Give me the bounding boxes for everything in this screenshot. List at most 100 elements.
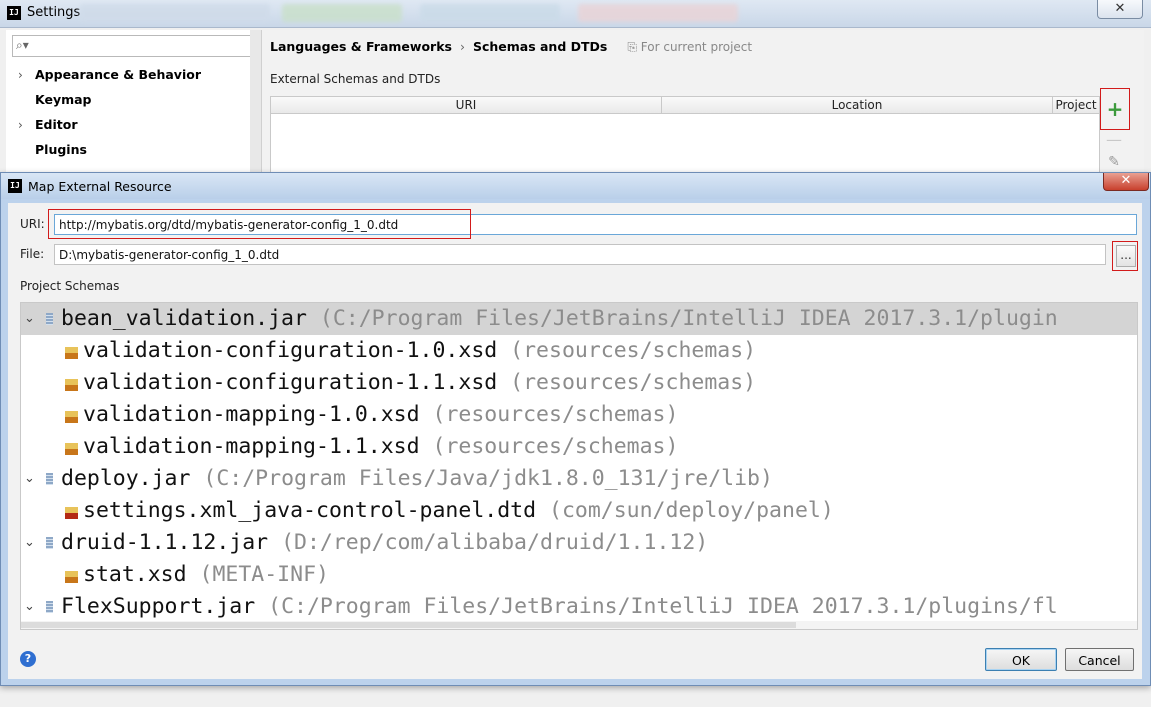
tree-node-schema[interactable]: stat.xsd (META-INF)	[21, 559, 1137, 591]
chevron-right-icon[interactable]: ›	[18, 114, 23, 136]
tree-node-name: validation-configuration-1.0.xsd	[83, 338, 498, 363]
browse-button-label: ...	[1116, 245, 1136, 267]
plus-icon: +	[1106, 97, 1124, 121]
tree-node-path: (resources/schemas)	[510, 338, 757, 363]
dtd-file-icon	[65, 507, 78, 519]
tree-node-schema[interactable]: validation-configuration-1.1.xsd (resour…	[21, 367, 1137, 399]
add-schema-button[interactable]: +	[1100, 88, 1130, 130]
sidebar-item-label: Keymap	[35, 92, 92, 107]
tree-node-text: validation-mapping-1.1.xsd (resources/sc…	[83, 431, 678, 463]
blurred-taskbar-tab	[282, 4, 402, 22]
pencil-icon: ✎	[1108, 154, 1120, 170]
project-scope-icon: ⎘	[627, 40, 641, 54]
external-schemas-label: External Schemas and DTDs	[270, 72, 441, 86]
settings-title-bar: IJ Settings ✕	[0, 0, 1151, 28]
settings-search-input[interactable]: ⌕▾	[12, 35, 252, 57]
tree-node-text: deploy.jar (C:/Program Files/Java/jdk1.8…	[61, 463, 773, 495]
jar-icon	[46, 537, 53, 549]
breadcrumb: Languages & Frameworks › Schemas and DTDs ⎘…	[270, 39, 752, 55]
scope-indicator: ⎘ For current project	[627, 40, 752, 54]
project-schemas-label: Project Schemas	[20, 279, 120, 293]
ok-button[interactable]: OK	[985, 648, 1057, 671]
tree-node-path: (resources/schemas)	[510, 370, 757, 395]
chevron-down-icon[interactable]: ⌄	[24, 591, 35, 623]
tree-node-jar[interactable]: ⌄ FlexSupport.jar (C:/Program Files/JetBr…	[21, 591, 1137, 623]
dialog-title-bar: IJ Map External Resource ✕	[1, 173, 1150, 199]
tree-node-jar[interactable]: ⌄ druid-1.1.12.jar (D:/rep/com/alibaba/dr…	[21, 527, 1137, 559]
sidebar-item-keymap[interactable]: Keymap	[6, 89, 246, 111]
sidebar-item-appearance-behavior[interactable]: › Appearance & Behavior	[6, 64, 246, 86]
tree-node-text: validation-configuration-1.0.xsd (resour…	[83, 335, 756, 367]
help-button[interactable]: ?	[20, 651, 36, 667]
column-header-uri[interactable]: URI	[271, 97, 662, 113]
uri-input[interactable]: http://mybatis.org/dtd/mybatis-generator…	[54, 214, 1137, 235]
tree-node-text: bean_validation.jar (C:/Program Files/Je…	[61, 303, 1058, 335]
sidebar-item-label: Editor	[35, 117, 78, 132]
edit-schema-button[interactable]: ✎	[1100, 150, 1128, 174]
file-label: File:	[20, 247, 45, 261]
table-header: URI Location Project	[271, 97, 1099, 114]
map-external-resource-dialog: IJ Map External Resource ✕ URI: http://m…	[0, 172, 1151, 686]
xsd-file-icon	[65, 379, 78, 391]
tree-node-path: (C:/Program Files/JetBrains/IntelliJ IDE…	[319, 306, 1058, 331]
tree-node-name: deploy.jar	[61, 466, 191, 491]
breadcrumb-separator: ›	[459, 39, 465, 54]
chevron-right-icon[interactable]: ›	[18, 64, 23, 86]
search-icon: ⌕▾	[16, 38, 29, 52]
intellij-logo-icon: IJ	[8, 179, 22, 193]
tree-node-name: stat.xsd	[83, 562, 187, 587]
jar-icon	[46, 473, 53, 485]
remove-schema-button[interactable]: —	[1100, 128, 1128, 152]
breadcrumb-section[interactable]: Languages & Frameworks	[270, 39, 452, 54]
tree-node-name: validation-mapping-1.0.xsd	[83, 402, 420, 427]
xsd-file-icon	[65, 443, 78, 455]
settings-close-button[interactable]: ✕	[1097, 0, 1143, 19]
tree-node-text: validation-configuration-1.1.xsd (resour…	[83, 367, 756, 399]
settings-sidebar: ⌕▾ › Appearance & Behavior Keymap › Edit…	[6, 30, 262, 180]
tree-node-name: druid-1.1.12.jar	[61, 530, 269, 555]
tree-node-text: druid-1.1.12.jar (D:/rep/com/alibaba/dru…	[61, 527, 708, 559]
blurred-taskbar-tab	[80, 4, 270, 22]
tree-node-path: (resources/schemas)	[432, 434, 679, 459]
jar-icon	[46, 313, 53, 325]
sidebar-item-label: Appearance & Behavior	[35, 67, 201, 82]
column-header-project[interactable]: Project	[1053, 97, 1099, 113]
xsd-file-icon	[65, 347, 78, 359]
jar-icon	[46, 601, 53, 613]
tree-node-jar[interactable]: ⌄ deploy.jar (C:/Program Files/Java/jdk1.…	[21, 463, 1137, 495]
tree-node-text: FlexSupport.jar (C:/Program Files/JetBra…	[61, 591, 1058, 623]
sidebar-scrollbar[interactable]	[250, 30, 261, 180]
tree-node-schema[interactable]: validation-configuration-1.0.xsd (resour…	[21, 335, 1137, 367]
cancel-button[interactable]: Cancel	[1065, 648, 1134, 671]
tree-node-name: bean_validation.jar	[61, 306, 307, 331]
blurred-taskbar-tab	[578, 4, 738, 22]
column-header-location[interactable]: Location	[662, 97, 1053, 113]
chevron-down-icon[interactable]: ⌄	[24, 527, 35, 559]
chevron-down-icon[interactable]: ⌄	[24, 303, 35, 335]
tree-node-path: (D:/rep/com/alibaba/druid/1.1.12)	[281, 530, 709, 555]
tree-node-schema[interactable]: settings.xml_java-control-panel.dtd (com…	[21, 495, 1137, 527]
horizontal-scrollbar[interactable]	[21, 621, 1137, 629]
tree-node-text: validation-mapping-1.0.xsd (resources/sc…	[83, 399, 678, 431]
dialog-body: URI: http://mybatis.org/dtd/mybatis-gene…	[8, 203, 1142, 679]
tree-node-path: (resources/schemas)	[432, 402, 679, 427]
xsd-file-icon	[65, 571, 78, 583]
browse-button[interactable]: ...	[1112, 241, 1138, 271]
tree-node-schema[interactable]: validation-mapping-1.1.xsd (resources/sc…	[21, 431, 1137, 463]
sidebar-item-plugins[interactable]: Plugins	[6, 139, 246, 161]
scrollbar-thumb[interactable]	[21, 622, 796, 628]
minus-icon: —	[1106, 130, 1122, 149]
sidebar-item-editor[interactable]: › Editor	[6, 114, 246, 136]
tree-node-path: (com/sun/deploy/panel)	[549, 498, 834, 523]
file-input[interactable]: D:\mybatis-generator-config_1_0.dtd	[54, 244, 1106, 265]
tree-node-name: settings.xml_java-control-panel.dtd	[83, 498, 537, 523]
chevron-down-icon[interactable]: ⌄	[24, 463, 35, 495]
tree-node-name: FlexSupport.jar	[61, 594, 256, 619]
tree-node-schema[interactable]: validation-mapping-1.0.xsd (resources/sc…	[21, 399, 1137, 431]
dialog-close-button[interactable]: ✕	[1103, 173, 1149, 191]
settings-main-panel: Languages & Frameworks › Schemas and DTDs ⎘…	[262, 30, 1144, 188]
tree-node-jar[interactable]: ⌄ bean_validation.jar (C:/Program Files/J…	[21, 303, 1137, 335]
breadcrumb-page: Schemas and DTDs	[472, 39, 608, 54]
uri-label: URI:	[20, 217, 45, 231]
project-schemas-tree[interactable]: ⌄ bean_validation.jar (C:/Program Files/J…	[20, 302, 1138, 630]
